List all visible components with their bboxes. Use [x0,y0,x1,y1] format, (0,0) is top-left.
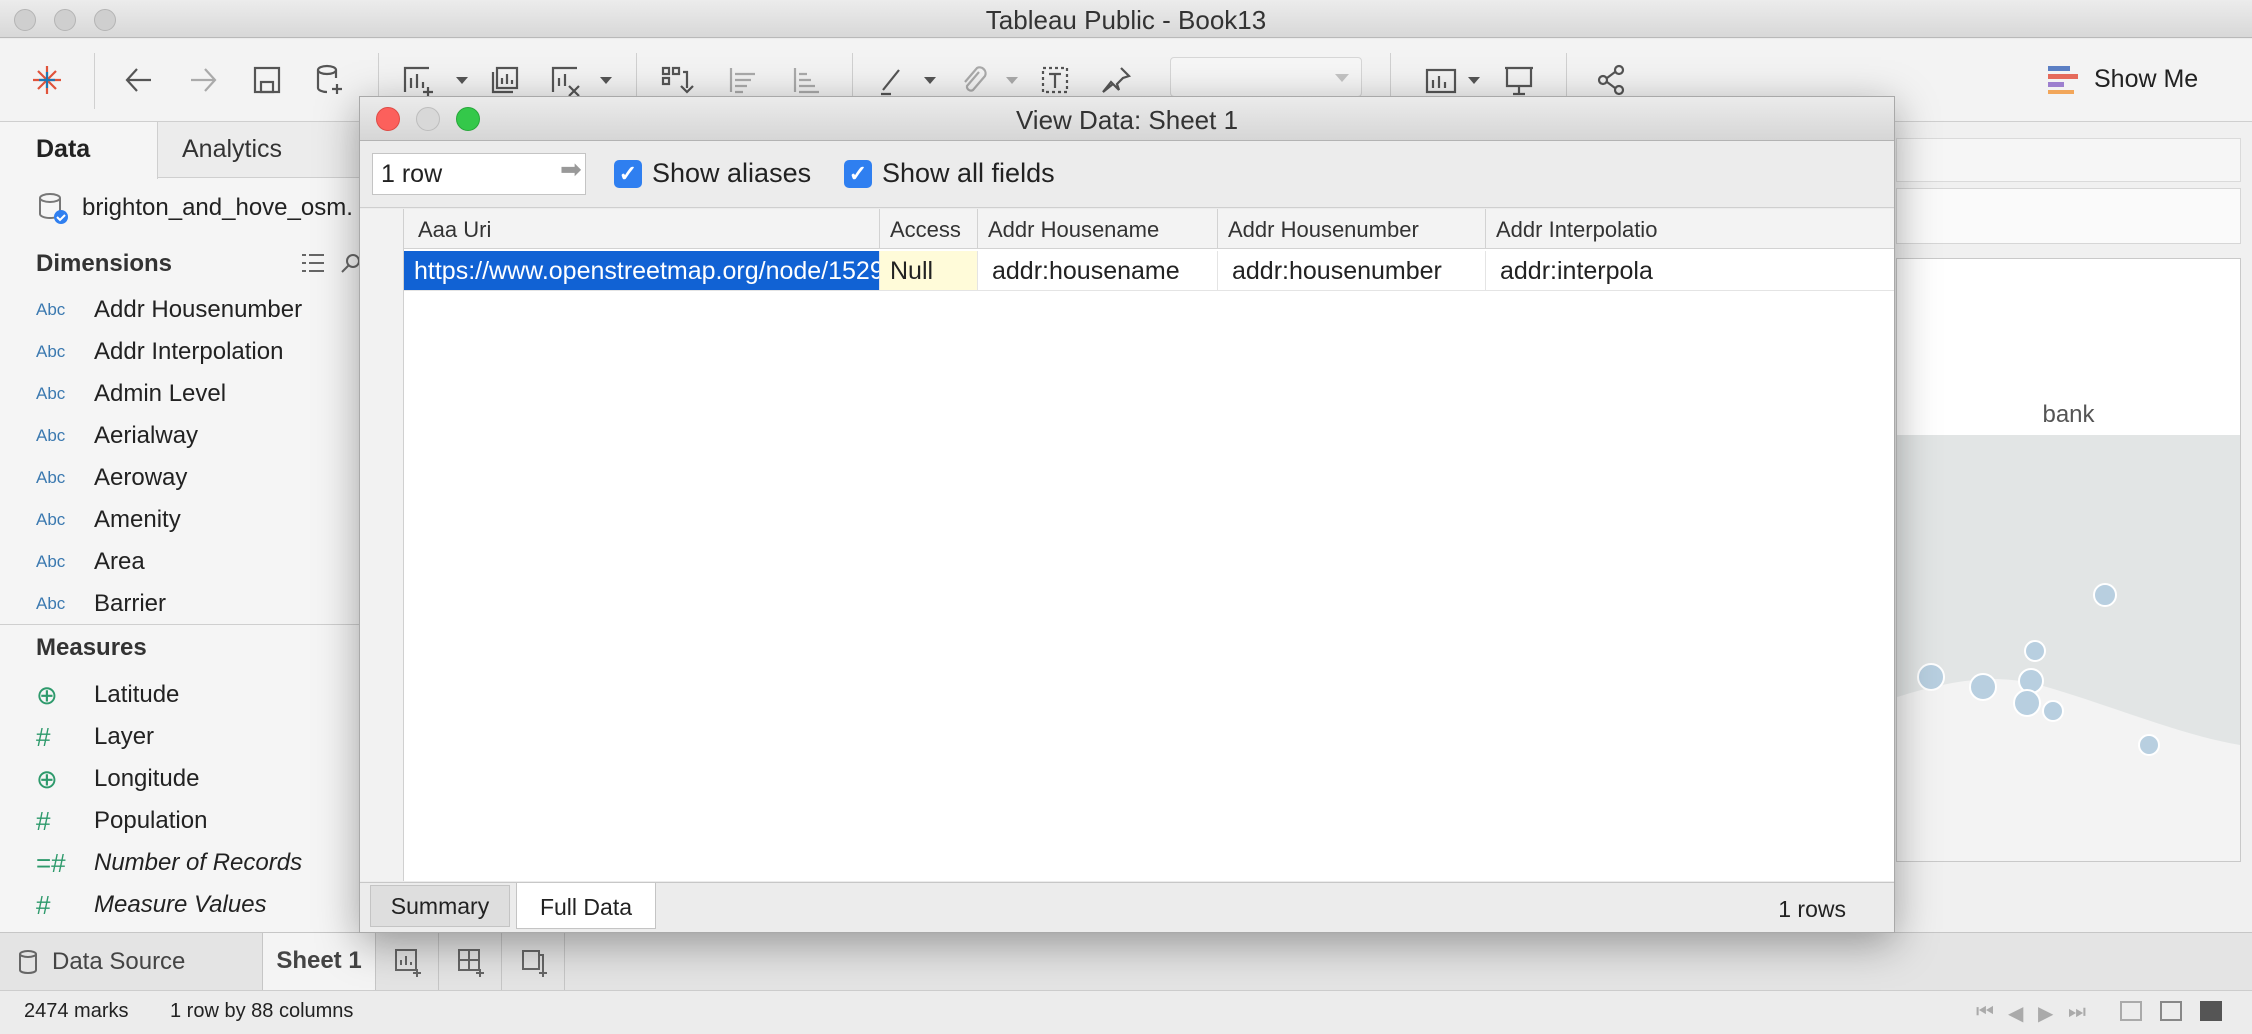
datasource-item[interactable]: brighton_and_hove_osm. [36,188,353,228]
globe-icon: ⊕ [36,763,58,794]
hash-icon: # [36,805,51,836]
data-grid[interactable]: Aaa Uri Access Addr Housename Addr House… [360,209,1894,881]
grid-header: Aaa Uri Access Addr Housename Addr House… [360,209,1894,249]
abc-type-icon: Abc [36,426,66,445]
column-header[interactable]: Addr Interpolatio [1486,209,1894,249]
abc-type-icon: Abc [36,300,66,319]
measure-field[interactable]: # Measure Values [36,887,267,923]
dimension-field[interactable]: Abc Aeroway [36,460,187,496]
table-cell[interactable]: https://www.openstreetmap.org/node/15290… [404,251,880,291]
column-header[interactable]: Addr Housenumber [1218,209,1486,249]
row-gutter [360,209,404,881]
tab-analytics[interactable]: Analytics [182,135,282,164]
measure-field[interactable]: =# Number of Records [36,845,302,881]
dialog-controls: 1 row ➡ ✓ Show aliases ✓ Show all fields [360,142,1894,208]
pane-header-label: bank [2042,401,2095,428]
column-header[interactable]: Access [880,209,978,249]
back-icon[interactable] [116,57,162,103]
dimension-field[interactable]: Abc Admin Level [36,376,226,412]
dialog-bottom-bar: Summary Full Data 1 rows [360,882,1894,932]
save-icon[interactable] [244,57,290,103]
dialog-title-bar: View Data: Sheet 1 [360,97,1894,141]
new-data-source-icon[interactable] [306,57,352,103]
dimension-field[interactable]: Abc Area [36,544,145,580]
tab-sheet-1[interactable]: Sheet 1 [262,933,376,991]
measure-field[interactable]: ⊕ Latitude [36,677,179,713]
hash-equals-icon: =# [36,847,66,878]
map-image [1897,435,2240,861]
first-page-icon[interactable]: ⏮ [1976,1001,1994,1024]
checkmark-icon: ✓ [844,159,872,188]
abc-type-icon: Abc [36,594,66,613]
show-me-icon [2048,66,2078,94]
measure-field[interactable]: # Layer [36,719,154,755]
datasource-name: brighton_and_hove_osm. [82,194,353,221]
dialog-title: View Data: Sheet 1 [1015,105,1239,135]
filters-shelf [1896,138,2241,182]
show-me-button[interactable]: Show Me [2048,59,2198,99]
marks-shelf [1896,188,2241,244]
measure-field[interactable]: # Population [36,803,207,839]
tableau-logo-icon[interactable] [24,57,70,103]
next-page-icon[interactable]: ▶ [2038,1001,2053,1026]
show-me-label: Show Me [2094,64,2199,93]
window-title-bar: Tableau Public - Book13 [0,0,2252,38]
dimensions-title: Dimensions [36,250,173,277]
datasource-icon [39,193,68,224]
section-divider [0,624,360,625]
tab-view-icon[interactable] [2200,1001,2222,1021]
show-all-fields-checkbox[interactable]: ✓ Show all fields [844,158,1055,189]
tab-data[interactable]: Data [0,122,158,179]
tab-summary[interactable]: Summary [370,885,510,927]
abc-type-icon: Abc [36,510,66,529]
rows-input[interactable]: 1 row [372,153,586,195]
new-dashboard-icon[interactable] [440,933,502,990]
new-story-icon[interactable] [503,933,565,990]
abc-type-icon: Abc [36,342,66,361]
column-header[interactable]: Addr Housename [978,209,1218,249]
dimension-field[interactable]: Abc Barrier [36,586,166,622]
data-pane: Data Analytics brighton_and_hove_osm. Di… [0,122,360,940]
dimension-field[interactable]: Abc Addr Housenumber [36,292,302,328]
new-worksheet-icon[interactable] [377,933,439,990]
abc-type-icon: Abc [36,552,66,571]
hash-icon: # [36,721,51,752]
table-cell[interactable]: addr:housename [978,251,1218,291]
last-page-icon[interactable]: ⏭ [2068,1001,2086,1024]
view-options-icon[interactable] [300,252,326,279]
go-arrow-icon[interactable]: ➡ [560,154,582,185]
measure-field[interactable]: ⊕ Longitude [36,761,199,797]
tab-full-data[interactable]: Full Data [516,883,656,929]
app-title: Tableau Public - Book13 [985,5,1267,35]
status-bar: 2474 marks 1 row by 88 columns ⏮ ◀ ▶ ⏭ [0,990,2252,1034]
pane-tabs: Data Analytics [0,122,360,179]
grid-view-icon[interactable] [2120,1001,2142,1021]
map-view[interactable]: bank [1896,258,2241,862]
view-data-dialog: View Data: Sheet 1 1 row ➡ ✓ Show aliase… [359,96,1895,933]
table-cell[interactable]: addr:interpola [1486,251,1894,291]
sheet-tab-bar: Data Source Sheet 1 [0,932,2252,991]
forward-icon[interactable] [180,57,226,103]
table-cell[interactable]: Null [880,251,978,291]
measures-title: Measures [36,634,147,661]
marks-count: 2474 marks [24,1000,129,1022]
row-count: 1 rows [1778,896,1846,922]
dimensions-summary: 1 row by 88 columns [170,1000,354,1022]
table-cell[interactable]: addr:housenumber [1218,251,1486,291]
fit-dropdown[interactable] [1170,57,1362,97]
tab-data-source[interactable]: Data Source [18,933,185,990]
dimension-field[interactable]: Abc Addr Interpolation [36,334,283,370]
database-icon [19,949,37,974]
hash-icon: # [36,889,51,920]
column-header[interactable]: Aaa Uri [404,209,880,249]
dimension-field[interactable]: Abc Aerialway [36,418,198,454]
prev-page-icon[interactable]: ◀ [2008,1001,2023,1026]
show-aliases-checkbox[interactable]: ✓ Show aliases [614,158,811,189]
dimension-field[interactable]: Abc Amenity [36,502,181,538]
filmstrip-view-icon[interactable] [2160,1001,2182,1021]
checkmark-icon: ✓ [614,159,642,188]
abc-type-icon: Abc [36,384,66,403]
globe-icon: ⊕ [36,679,58,710]
abc-type-icon: Abc [36,468,66,487]
